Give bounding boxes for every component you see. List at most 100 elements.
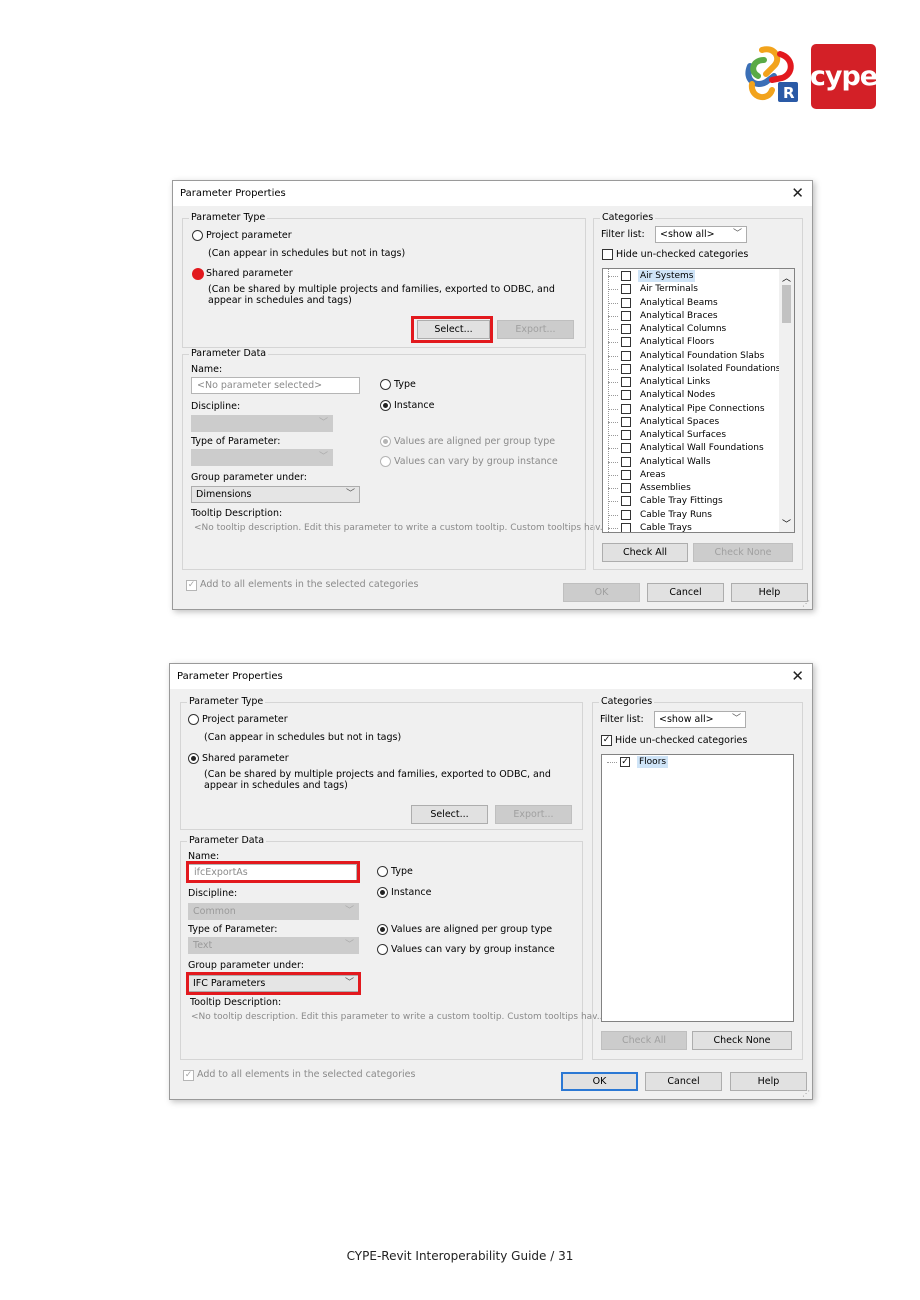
category-checkbox[interactable] <box>621 443 631 454</box>
project-parameter-radio[interactable] <box>192 230 203 241</box>
tree-guide-line <box>608 269 609 532</box>
category-checkbox[interactable] <box>621 324 631 334</box>
cancel-button[interactable]: Cancel <box>645 1072 722 1091</box>
parameter-properties-dialog-2: Parameter Properties ✕ Parameter Type Pr… <box>169 663 813 1100</box>
type-of-parameter-label: Type of Parameter: <box>188 924 278 935</box>
type-of-parameter-dropdown[interactable]: Text ﹀ <box>188 937 359 954</box>
ok-button[interactable]: OK <box>561 1072 638 1091</box>
tree-connector <box>608 488 618 489</box>
scroll-up-icon[interactable]: ︿ <box>782 271 791 284</box>
aligned-radio-label: Values are aligned per group type <box>391 924 553 935</box>
tree-connector <box>608 421 618 423</box>
shared-parameter-radio-marked[interactable] <box>192 268 204 280</box>
category-checkbox[interactable] <box>621 390 631 401</box>
category-checkbox[interactable]: ✓ <box>620 757 630 767</box>
check-all-button[interactable]: Check All <box>602 543 688 562</box>
name-highlight <box>186 861 360 883</box>
filter-list-dropdown[interactable]: <show all> ﹀ <box>655 226 747 243</box>
filter-list-label: Filter list: <box>600 714 644 725</box>
discipline-dropdown[interactable]: ﹀ <box>191 415 333 432</box>
discipline-dropdown[interactable]: Common ﹀ <box>188 903 359 920</box>
export-button[interactable]: Export... <box>495 805 572 824</box>
category-checkbox[interactable] <box>621 363 631 374</box>
categories-scrollbar[interactable]: ︿ ﹀ <box>779 269 794 532</box>
cype-revit-logo-icon: R <box>745 46 798 102</box>
vary-radio[interactable] <box>380 456 391 467</box>
tree-connector <box>608 395 618 397</box>
close-icon[interactable]: ✕ <box>791 667 804 685</box>
name-field[interactable]: <No parameter selected> <box>191 377 360 394</box>
select-button[interactable]: Select... <box>411 805 488 824</box>
category-checkbox[interactable] <box>621 430 631 440</box>
category-checkbox[interactable] <box>621 377 631 387</box>
tooltip-value[interactable]: <No tooltip description. Edit this param… <box>191 1012 605 1022</box>
vary-radio[interactable] <box>377 944 388 955</box>
tree-connector <box>607 762 617 763</box>
categories-list[interactable]: Air Systems Air Terminals Analytical Beams… <box>602 268 795 533</box>
filter-list-value: <show all> <box>660 229 715 240</box>
category-checkbox[interactable] <box>621 496 631 507</box>
tree-connector <box>608 474 618 476</box>
parameter-data-legend: Parameter Data <box>189 348 269 359</box>
check-none-button[interactable]: Check None <box>693 543 793 562</box>
tooltip-value[interactable]: <No tooltip description. Edit this param… <box>194 523 608 533</box>
add-to-all-checkbox[interactable]: ✓ <box>183 1070 194 1081</box>
categories-legend: Categories <box>599 696 655 707</box>
shared-parameter-label: Shared parameter <box>202 753 289 764</box>
category-checkbox[interactable] <box>621 297 631 308</box>
instance-radio[interactable] <box>380 400 391 411</box>
check-all-button[interactable]: Check All <box>601 1031 687 1050</box>
check-none-button[interactable]: Check None <box>692 1031 792 1050</box>
category-checkbox[interactable] <box>621 483 631 493</box>
cype-logo-text: cype <box>809 61 878 92</box>
category-checkbox[interactable] <box>621 337 631 348</box>
resize-grip-icon[interactable]: ⋰ <box>802 1089 810 1098</box>
type-radio[interactable] <box>380 379 391 390</box>
category-label: Analytical Surfaces <box>640 430 727 440</box>
hide-unchecked-checkbox[interactable]: ✓ <box>601 735 612 746</box>
help-button[interactable]: Help <box>731 583 808 602</box>
category-label: Analytical Pipe Connections <box>640 403 765 414</box>
tree-connector <box>608 435 618 436</box>
cancel-button[interactable]: Cancel <box>647 583 724 602</box>
category-label: Air Systems <box>638 270 696 282</box>
scroll-thumb[interactable] <box>782 285 791 323</box>
filter-list-dropdown[interactable]: <show all> ﹀ <box>654 711 746 728</box>
category-checkbox[interactable] <box>621 456 631 467</box>
category-checkbox[interactable] <box>621 350 631 361</box>
add-to-all-checkbox[interactable]: ✓ <box>186 580 197 591</box>
instance-radio[interactable] <box>377 887 388 898</box>
hide-unchecked-label: Hide un-checked categories <box>616 249 749 260</box>
scroll-down-icon[interactable]: ﹀ <box>782 517 791 530</box>
type-radio-label: Type <box>391 866 413 877</box>
categories-legend: Categories <box>600 212 656 223</box>
parameter-properties-dialog-1: Parameter Properties ✕ Parameter Type Pr… <box>172 180 813 610</box>
category-label: Cable Trays <box>640 522 692 533</box>
hide-unchecked-checkbox[interactable] <box>602 249 613 260</box>
category-checkbox[interactable] <box>621 416 631 427</box>
category-checkbox[interactable] <box>621 403 631 414</box>
export-button[interactable]: Export... <box>497 320 574 339</box>
help-button[interactable]: Help <box>730 1072 807 1091</box>
category-checkbox[interactable] <box>621 310 631 321</box>
filter-list-value: <show all> <box>659 714 714 725</box>
category-checkbox[interactable] <box>621 522 631 532</box>
aligned-radio[interactable] <box>377 924 388 935</box>
instance-radio-label: Instance <box>391 887 432 898</box>
project-parameter-radio[interactable] <box>188 714 199 725</box>
type-radio[interactable] <box>377 866 388 877</box>
category-checkbox[interactable] <box>621 284 631 295</box>
aligned-radio[interactable] <box>380 436 391 447</box>
parameter-type-legend: Parameter Type <box>189 212 268 223</box>
category-checkbox[interactable] <box>621 469 631 480</box>
categories-list[interactable]: ✓ Floors <box>601 754 794 1022</box>
type-of-parameter-dropdown[interactable]: ﹀ <box>191 449 333 466</box>
category-checkbox[interactable] <box>621 271 631 281</box>
ok-button[interactable]: OK <box>563 583 640 602</box>
category-checkbox[interactable] <box>621 509 631 520</box>
resize-grip-icon[interactable]: ⋰ <box>802 599 810 608</box>
group-under-dropdown[interactable]: Dimensions ﹀ <box>191 486 360 503</box>
shared-parameter-radio[interactable] <box>188 753 199 764</box>
close-icon[interactable]: ✕ <box>791 184 804 202</box>
group-under-highlight <box>186 972 361 995</box>
